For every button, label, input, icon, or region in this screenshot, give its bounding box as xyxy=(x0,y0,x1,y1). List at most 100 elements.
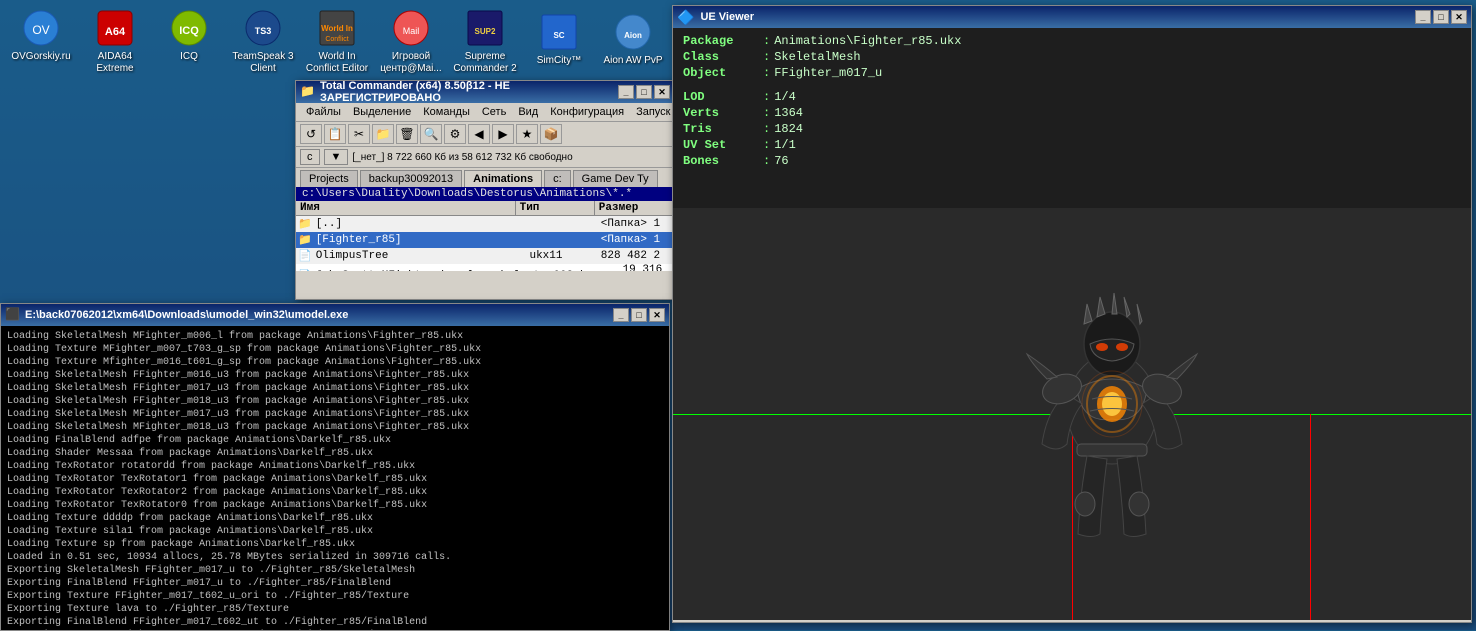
ue-info-object: Object : FFighter_m017_u xyxy=(683,66,1461,80)
tc-file-row-johnscott[interactable]: 📄 JohnScott_MFighter_br_close_helmet_m00… xyxy=(296,264,674,271)
tc-titlebar[interactable]: 📁 Total Commander (x64) 8.50β12 - НЕ ЗАР… xyxy=(296,81,674,103)
ue-val-lod: 1/4 xyxy=(774,90,796,104)
tc-drive-placeholder[interactable]: ▼ xyxy=(324,149,349,165)
aida64-icon: A64 xyxy=(95,8,135,48)
cmd-line: Loading Texture MFighter_m007_t703_g_sp … xyxy=(7,343,663,356)
cmd-maximize-button[interactable]: □ xyxy=(631,308,647,322)
cmd-window-controls: _ □ ✕ xyxy=(613,308,665,322)
ovgorskiy-icon: OV xyxy=(21,8,61,48)
igrovoy-icon: Mail xyxy=(391,8,431,48)
ue-label-bones: Bones xyxy=(683,154,763,168)
simcity-icon: SC xyxy=(539,12,579,52)
tc-close-button[interactable]: ✕ xyxy=(654,85,670,99)
cmd-window: ⬛ E:\back07062012\xm64\Downloads\umodel_… xyxy=(0,303,670,631)
ue-label-uvset: UV Set xyxy=(683,138,763,152)
cmd-line: Loading Texture Mfighter_m016_t601_g_sp … xyxy=(7,356,663,369)
ue-info-class: Class : SkeletalMesh xyxy=(683,50,1461,64)
cmd-line: Loading SkeletalMesh FFighter_m017_u3 fr… xyxy=(7,382,663,395)
ue-3d-viewport[interactable] xyxy=(673,208,1471,620)
cmd-line: Loaded in 0.51 sec, 10934 allocs, 25.78 … xyxy=(7,551,663,564)
ue-minimize-button[interactable]: _ xyxy=(1415,10,1431,24)
ue-info-tris: Tris : 1824 xyxy=(683,122,1461,136)
svg-text:SC: SC xyxy=(553,31,564,40)
tc-menu-config[interactable]: Конфигурация xyxy=(544,105,630,119)
icon-icq[interactable]: ICQ ICQ xyxy=(152,4,226,83)
tc-toolbar-refresh[interactable]: ↺ xyxy=(300,124,322,144)
tc-file-row-fighter[interactable]: 📁 [Fighter_r85] <Папка> 1 xyxy=(296,232,674,248)
icon-worldinconflict[interactable]: World In Conflict World In Conflict Edit… xyxy=(300,4,374,83)
ue-close-button[interactable]: ✕ xyxy=(1451,10,1467,24)
tc-file-type-2: ukx11 xyxy=(529,250,600,262)
tc-toolbar-archive[interactable]: 📦 xyxy=(540,124,562,144)
worldinconflict-icon: World In Conflict xyxy=(317,8,357,48)
tc-toolbar-copy[interactable]: 📋 xyxy=(324,124,346,144)
fighter-model xyxy=(1002,249,1222,569)
tc-toolbar-search[interactable]: 🔍 xyxy=(420,124,442,144)
tc-tab-gamedev[interactable]: Game Dev Ty xyxy=(573,170,658,187)
cmd-line: Exporting Texture lava to ./Fighter_r85/… xyxy=(7,603,663,616)
tc-col-headers: Имя Тип Размер xyxy=(296,201,674,216)
icq-label: ICQ xyxy=(180,51,198,63)
tc-file-size-1: <Папка> 1 xyxy=(601,234,672,246)
ue-val-uvset: 1/1 xyxy=(774,138,796,152)
tc-toolbar-settings[interactable]: ⚙ xyxy=(444,124,466,144)
tc-minimize-button[interactable]: _ xyxy=(618,85,634,99)
tc-drive-c[interactable]: c xyxy=(300,149,320,165)
tc-toolbar-newfolder[interactable]: 📁 xyxy=(372,124,394,144)
icon-simcity[interactable]: SC SimCity™ xyxy=(522,8,596,83)
tc-file-name-0: [..] xyxy=(316,218,530,230)
icon-igrovoy[interactable]: Mail Игровой центр@Mai... xyxy=(374,4,448,83)
cmd-line: Loading SkeletalMesh MFighter_m018_u3 fr… xyxy=(7,421,663,434)
cmd-content[interactable]: Loading SkeletalMesh MFighter_m006_l fro… xyxy=(1,326,669,630)
cmd-minimize-button[interactable]: _ xyxy=(613,308,629,322)
cmd-titlebar[interactable]: ⬛ E:\back07062012\xm64\Downloads\umodel_… xyxy=(1,304,669,326)
tc-filelist[interactable]: Имя Тип Размер 📁 [..] <Папка> 1 📁 [Fight… xyxy=(296,201,674,271)
cmd-line: Exporting FinalBlend FFighter_m017_u to … xyxy=(7,577,663,590)
ue-val-package: Animations\Fighter_r85.ukx xyxy=(774,34,961,48)
ue-info-bones: Bones : 76 xyxy=(683,154,1461,168)
ue-titlebar[interactable]: 🔷 UE Viewer _ □ ✕ xyxy=(673,6,1471,28)
ue-maximize-button[interactable]: □ xyxy=(1433,10,1449,24)
tc-toolbar-back[interactable]: ◀ xyxy=(468,124,490,144)
ue-val-verts: 1364 xyxy=(774,106,803,120)
tc-menu-select[interactable]: Выделение xyxy=(347,105,417,119)
tc-file-row-parent[interactable]: 📁 [..] <Папка> 1 xyxy=(296,216,674,232)
icon-aion[interactable]: Aion Aion AW PvP xyxy=(596,8,670,83)
cmd-line: Loading SkeletalMesh FFighter_m018_u3 fr… xyxy=(7,395,663,408)
tc-menu-view[interactable]: Вид xyxy=(512,105,544,119)
teamspeak-icon: TS3 xyxy=(243,8,283,48)
ue-val-class: SkeletalMesh xyxy=(774,50,860,64)
tc-menu-commands[interactable]: Команды xyxy=(417,105,476,119)
icon-teamspeak[interactable]: TS3 TeamSpeak 3 Client xyxy=(226,4,300,83)
svg-text:Conflict: Conflict xyxy=(325,36,348,43)
ue-title-text: UE Viewer xyxy=(700,11,1415,23)
tc-toolbar-delete[interactable]: 🗑 xyxy=(396,124,418,144)
cmd-line: Exporting FinalBlend FFighter_m017_t602_… xyxy=(7,616,663,629)
tc-maximize-button[interactable]: □ xyxy=(636,85,652,99)
tc-toolbar-move[interactable]: ✂ xyxy=(348,124,370,144)
tc-tab-projects[interactable]: Projects xyxy=(300,170,358,187)
tc-toolbar-bookmark[interactable]: ★ xyxy=(516,124,538,144)
cmd-line: Loading SkeletalMesh MFighter_m017_u3 fr… xyxy=(7,408,663,421)
icon-aida64[interactable]: A64 AIDA64 Extreme xyxy=(78,4,152,83)
tc-tab-backup[interactable]: backup30092013 xyxy=(360,170,462,187)
cmd-line: Loading Shader Messaa from package Anima… xyxy=(7,447,663,460)
cmd-close-button[interactable]: ✕ xyxy=(649,308,665,322)
tc-file-row-olimpus[interactable]: 📄 OlimpusTree ukx11 828 482 2 xyxy=(296,248,674,264)
cmd-line: Loading SkeletalMesh FFighter_m016_u3 fr… xyxy=(7,369,663,382)
total-commander-window: 📁 Total Commander (x64) 8.50β12 - НЕ ЗАР… xyxy=(295,80,675,300)
icon-ovgorskiy[interactable]: OV OVGorskiy.ru xyxy=(4,4,78,83)
igrovoy-label: Игровой центр@Mai... xyxy=(376,51,446,75)
tc-menu-start[interactable]: Запуск xyxy=(630,105,676,119)
cmd-line: Loading TexRotator TexRotator0 from pack… xyxy=(7,499,663,512)
ue-window-controls: _ □ ✕ xyxy=(1415,10,1467,24)
tc-col-type: Тип xyxy=(516,201,595,215)
ue-label-verts: Verts xyxy=(683,106,763,120)
tc-menu-net[interactable]: Сеть xyxy=(476,105,512,119)
tc-menu-files[interactable]: Файлы xyxy=(300,105,347,119)
tc-toolbar-forward[interactable]: ▶ xyxy=(492,124,514,144)
icon-supreme[interactable]: SUP2 Supreme Commander 2 xyxy=(448,4,522,83)
tc-tab-c[interactable]: c: xyxy=(544,170,571,187)
tc-tab-animations[interactable]: Animations xyxy=(464,170,542,187)
tc-file-size-3: 19 316 2 xyxy=(623,264,672,271)
